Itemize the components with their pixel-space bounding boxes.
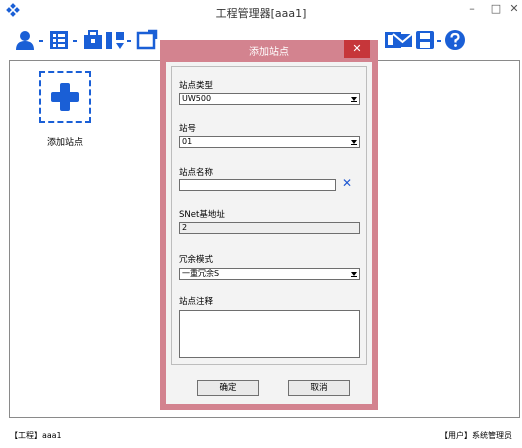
- list-dropdown-icon[interactable]: [72, 38, 78, 44]
- station-note-label: 站点注释: [179, 297, 214, 307]
- snet-base-label: SNet基地址: [179, 210, 225, 220]
- station-no-label: 站号: [179, 124, 197, 134]
- title-bar: 工程管理器[aaa1] – □ ✕: [0, 0, 522, 22]
- chevron-down-icon: [351, 97, 357, 102]
- plus-icon: [51, 83, 79, 111]
- redundancy-label: 冗余模式: [179, 255, 214, 265]
- close-button[interactable]: ✕: [506, 0, 522, 20]
- snet-base-input[interactable]: 2: [179, 222, 360, 234]
- cancel-button[interactable]: 取消: [288, 380, 350, 396]
- station-type-label: 站点类型: [179, 81, 214, 91]
- station-name-label: 站点名称: [179, 168, 214, 178]
- station-name-input[interactable]: [179, 179, 336, 191]
- ok-button[interactable]: 确定: [197, 380, 259, 396]
- user-icon[interactable]: [14, 29, 36, 51]
- help-icon[interactable]: [444, 29, 466, 51]
- clear-name-icon[interactable]: ✕: [342, 176, 352, 190]
- redundancy-select[interactable]: 一重冗余S: [179, 268, 360, 280]
- main-window: 工程管理器[aaa1] – □ ✕ 添加站点 【工程】aaa1 【用户】系统管理…: [0, 0, 522, 448]
- user-dropdown-icon[interactable]: [38, 38, 44, 44]
- station-no-select[interactable]: 01: [179, 136, 360, 148]
- station-no-value: 01: [182, 137, 193, 146]
- redundancy-value: 一重冗余S: [182, 269, 220, 278]
- field-group: 站点类型 UW500 站号 01 站点名称 ✕ SNet基地址 2 冗余模式 一…: [171, 66, 367, 365]
- briefcase-icon[interactable]: [82, 29, 104, 51]
- chevron-down-icon: [351, 272, 357, 277]
- mail-icon[interactable]: [392, 29, 414, 51]
- list-icon[interactable]: [48, 29, 70, 51]
- status-user: 【用户】系统管理员: [440, 431, 512, 440]
- add-station-label: 添加站点: [46, 138, 83, 148]
- import-dropdown-icon[interactable]: [126, 38, 132, 44]
- add-station-dialog: 添加站点 ✕ 站点类型 UW500 站号 01 站点名称 ✕ SNet基地址 2: [160, 40, 378, 410]
- station-type-select[interactable]: UW500: [179, 93, 360, 105]
- minimize-button[interactable]: –: [460, 0, 484, 20]
- dialog-close-button[interactable]: ✕: [344, 40, 370, 58]
- export-icon[interactable]: [136, 29, 158, 51]
- import-icon[interactable]: [104, 29, 126, 51]
- status-bar: 【工程】aaa1 【用户】系统管理员: [0, 420, 522, 448]
- station-note-textarea[interactable]: [179, 310, 360, 358]
- maximize-button[interactable]: □: [484, 0, 508, 20]
- add-station-tile[interactable]: [39, 71, 91, 123]
- save-icon[interactable]: [414, 29, 436, 51]
- station-type-value: UW500: [182, 94, 212, 103]
- chevron-down-icon: [351, 140, 357, 145]
- window-title: 工程管理器[aaa1]: [215, 7, 307, 20]
- dialog-body: 站点类型 UW500 站号 01 站点名称 ✕ SNet基地址 2 冗余模式 一…: [166, 62, 372, 404]
- save-dropdown-icon[interactable]: [436, 38, 442, 44]
- status-project: 【工程】aaa1: [10, 431, 62, 440]
